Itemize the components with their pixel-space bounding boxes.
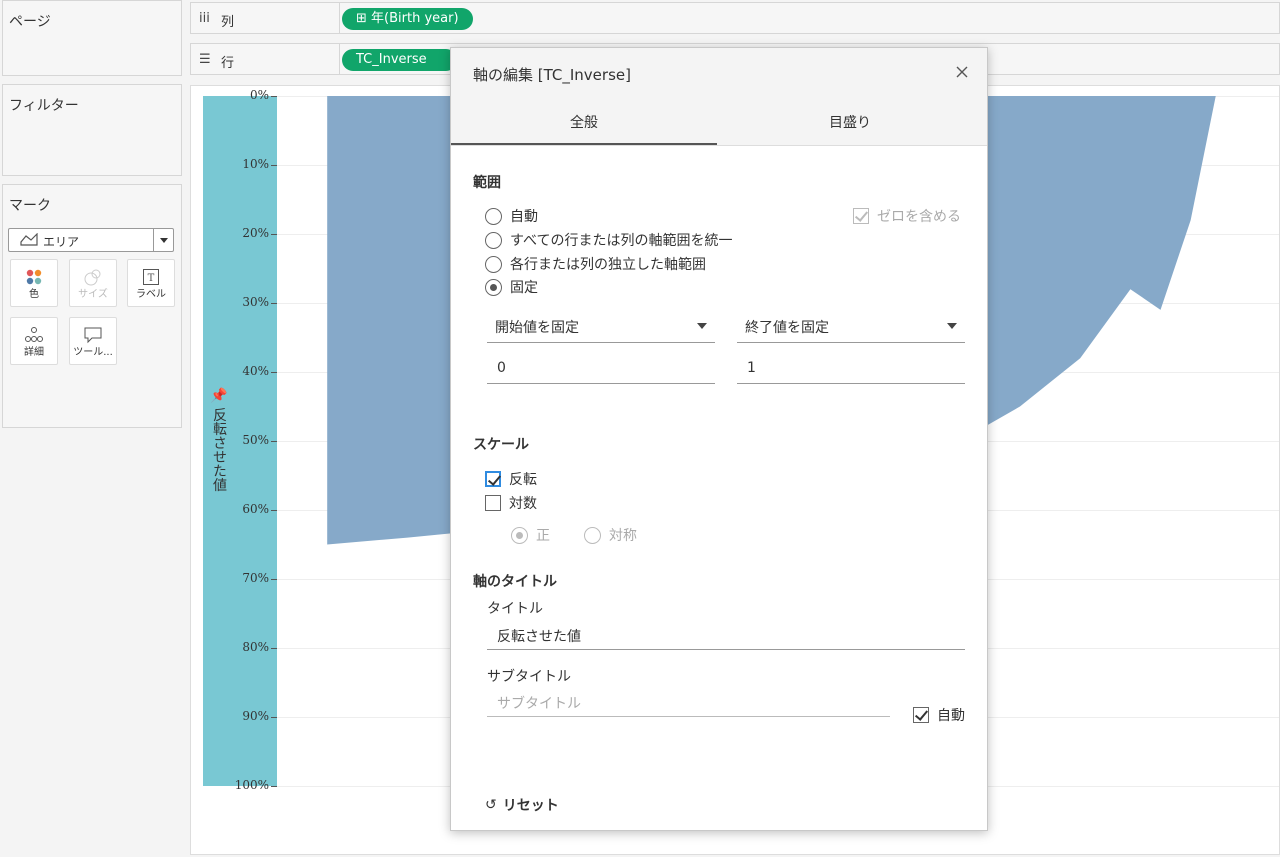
log-checkbox[interactable]: 対数 [485, 494, 537, 512]
svg-text:T: T [148, 273, 155, 284]
start-value-field[interactable]: 0 [487, 354, 715, 384]
reset-button[interactable]: ↺ リセット [485, 795, 559, 815]
mark-type-dropdown[interactable]: エリア [8, 228, 174, 252]
radio-independent[interactable]: 各行または列の独立した軸範囲 [485, 255, 706, 273]
marks-title: マーク [9, 198, 51, 214]
size-icon [70, 267, 116, 287]
columns-icon: iii [199, 11, 210, 26]
detail-button[interactable]: 詳細 [10, 317, 58, 365]
title-field[interactable]: 反転させた値 [487, 620, 965, 650]
chevron-down-icon[interactable] [153, 229, 173, 251]
mark-type-label: エリア [43, 235, 80, 249]
radio-positive: 正 [511, 526, 550, 544]
filters-title: フィルター [9, 98, 79, 114]
include-zero-checkbox: ゼロを含める [853, 207, 961, 225]
tooltip-label: ツール... [73, 347, 113, 358]
detail-icon [11, 325, 57, 345]
columns-shelf[interactable]: iii 列 ⊞ 年(Birth year) [190, 2, 1280, 34]
start-mode-dropdown[interactable]: 開始値を固定 [487, 309, 715, 343]
title-label: タイトル [487, 601, 543, 617]
close-icon[interactable] [953, 63, 971, 81]
expand-plus-icon: ⊞ [356, 11, 372, 26]
size-label: サイズ [78, 289, 108, 300]
y-tick-label: 100% [234, 778, 269, 792]
y-tick-label: 40% [242, 364, 269, 378]
rows-pill[interactable]: TC_Inverse [342, 49, 457, 71]
y-tick-label: 60% [242, 502, 269, 516]
label-icon: T [128, 267, 174, 287]
color-dots-icon [11, 267, 57, 287]
tooltip-button[interactable]: ツール... [69, 317, 117, 365]
edit-axis-dialog: 軸の編集 [TC_Inverse] 全般 目盛り 範囲 自動 すべての行または列… [450, 47, 988, 831]
axis-title-heading: 軸のタイトル [473, 574, 557, 590]
y-tick-label: 20% [242, 226, 269, 240]
chevron-down-icon [697, 323, 707, 329]
pages-card: ページ [2, 0, 182, 76]
range-heading: 範囲 [473, 175, 501, 191]
subtitle-field: サブタイトル [487, 687, 890, 717]
pages-title: ページ [9, 14, 51, 30]
tab-general[interactable]: 全般 [451, 104, 717, 146]
detail-label: 詳細 [24, 347, 44, 358]
color-label: 色 [29, 289, 39, 300]
y-tick-label: 0% [249, 88, 269, 102]
scale-heading: スケール [473, 437, 529, 453]
radio-fixed[interactable]: 固定 [485, 278, 538, 296]
label-label: ラベル [136, 289, 166, 300]
end-mode-dropdown[interactable]: 終了値を固定 [737, 309, 965, 343]
marks-card: マーク エリア 色 サイズ T ラベル 詳細 ツール... [2, 184, 182, 428]
reversed-checkbox[interactable]: 反転 [485, 470, 537, 488]
dialog-header: 軸の編集 [TC_Inverse] 全般 目盛り [451, 48, 987, 146]
y-tick-label: 10% [242, 157, 269, 171]
y-tick-label: 80% [242, 640, 269, 654]
area-icon [20, 232, 38, 250]
y-tick-label: 50% [242, 433, 269, 447]
tab-ticks[interactable]: 目盛り [717, 104, 983, 146]
radio-auto[interactable]: 自動 [485, 207, 538, 225]
dialog-title: 軸の編集 [TC_Inverse] [473, 66, 631, 84]
size-button: サイズ [69, 259, 117, 307]
subtitle-label: サブタイトル [487, 669, 571, 685]
rows-label: 行 [221, 56, 235, 71]
columns-pill[interactable]: ⊞ 年(Birth year) [342, 8, 473, 30]
columns-pill-label: 年(Birth year) [371, 11, 459, 26]
label-button[interactable]: T ラベル [127, 259, 175, 307]
y-tick-label: 30% [242, 295, 269, 309]
reset-icon: ↺ [485, 797, 497, 813]
rows-icon: ☰ [199, 52, 211, 67]
y-tick-label: 70% [242, 571, 269, 585]
pin-icon: 📌 [211, 386, 227, 404]
color-button[interactable]: 色 [10, 259, 58, 307]
end-value-field[interactable]: 1 [737, 354, 965, 384]
radio-symmetric: 対称 [584, 526, 637, 544]
y-tick-label: 90% [242, 709, 269, 723]
columns-label: 列 [221, 15, 235, 30]
filters-card[interactable]: フィルター [2, 84, 182, 176]
radio-uniform[interactable]: すべての行または列の軸範囲を統一 [485, 231, 732, 249]
tooltip-icon [70, 325, 116, 345]
y-axis-title-text: 反転させた値 [211, 407, 227, 492]
auto-subtitle-checkbox[interactable]: 自動 [913, 706, 965, 724]
chevron-down-icon [947, 323, 957, 329]
